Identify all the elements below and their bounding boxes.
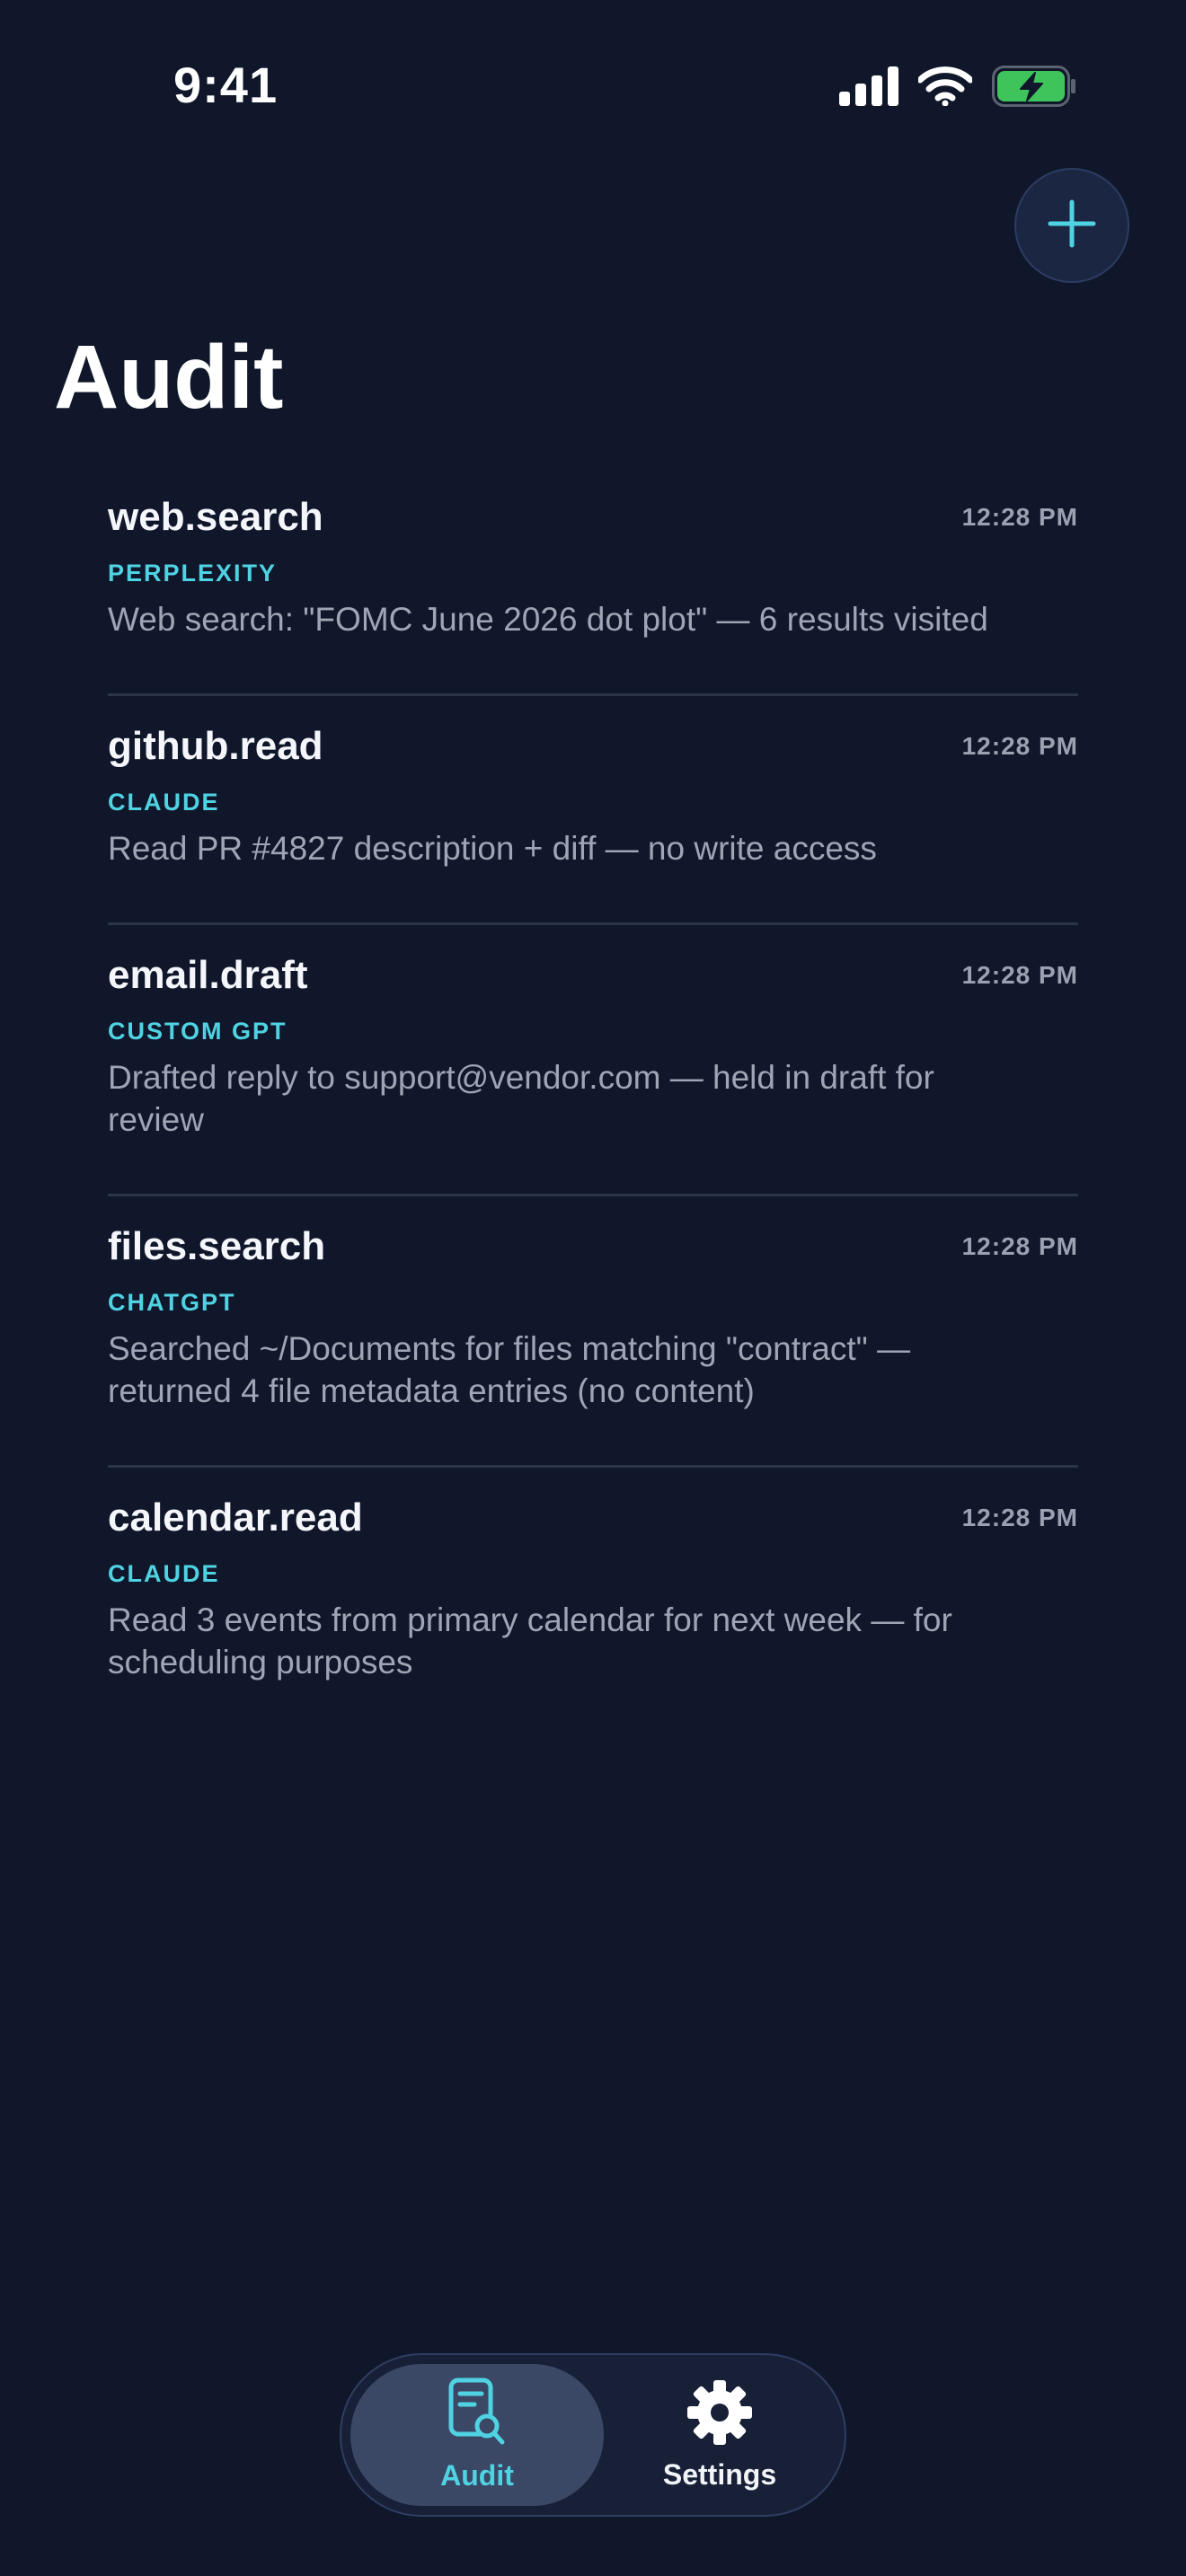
audit-entry-source: CHATGPT	[108, 1289, 236, 1316]
audit-entry-description: Read PR #4827 description + diff — no wr…	[108, 830, 877, 867]
audit-entry-tool: github.read	[108, 724, 323, 768]
audit-entry-tool: calendar.read	[108, 1495, 363, 1539]
add-button[interactable]	[1014, 168, 1129, 283]
audit-entry[interactable]: web.search 12:28 PM PERPLEXITY Web searc…	[108, 467, 1078, 696]
page-title: Audit	[54, 327, 284, 428]
audit-entry-description: Drafted reply to support@vendor.com — he…	[108, 1059, 934, 1138]
audit-entry-time: 12:28 PM	[961, 1232, 1078, 1260]
audit-entry-tool: email.draft	[108, 953, 308, 997]
tab-settings[interactable]: Settings	[602, 2364, 837, 2506]
audit-entry-description: Web search: "FOMC June 2026 dot plot" — …	[108, 601, 988, 638]
audit-entry-source: CUSTOM GPT	[108, 1018, 288, 1045]
audit-entry-tool: files.search	[108, 1224, 326, 1268]
audit-entry[interactable]: github.read 12:28 PM CLAUDE Read PR #482…	[108, 696, 1078, 925]
audit-entry-time: 12:28 PM	[961, 961, 1078, 989]
audit-entry-header: github.read 12:28 PM	[108, 719, 1078, 773]
audit-entry-tool: web.search	[108, 495, 323, 539]
audit-entry-time: 12:28 PM	[961, 503, 1078, 531]
audit-entry-header: calendar.read 12:28 PM	[108, 1491, 1078, 1545]
status-icons	[839, 63, 1076, 110]
gear-icon	[686, 2378, 754, 2451]
audit-entry-description: Read 3 events from primary calendar for …	[108, 1601, 952, 1681]
status-time: 9:41	[173, 57, 279, 113]
wifi-icon	[918, 66, 972, 106]
audit-entry-source: CLAUDE	[108, 789, 220, 816]
audit-entry-description: Searched ~/Documents for files matching …	[108, 1330, 911, 1409]
audit-entry-source: PERPLEXITY	[108, 560, 278, 587]
audit-entry-header: files.search 12:28 PM	[108, 1220, 1078, 1274]
audit-entry-header: web.search 12:28 PM	[108, 490, 1078, 544]
cellular-signal-icon	[839, 66, 898, 106]
audit-entry-source: CLAUDE	[108, 1560, 220, 1587]
tab-bar: Audit Settings	[340, 2353, 846, 2517]
battery-charging-icon	[992, 66, 1076, 107]
status-bar: 9:41	[0, 0, 1186, 171]
audit-entry-header: email.draft 12:28 PM	[108, 948, 1078, 1002]
tab-settings-label: Settings	[662, 2457, 777, 2491]
plus-icon	[1047, 198, 1097, 253]
tab-audit[interactable]: Audit	[350, 2364, 604, 2506]
tab-audit-label: Audit	[440, 2458, 514, 2492]
audit-entry[interactable]: email.draft 12:28 PM CUSTOM GPT Drafted …	[108, 925, 1078, 1196]
audit-list: web.search 12:28 PM PERPLEXITY Web searc…	[108, 467, 1078, 1739]
document-search-icon	[447, 2378, 507, 2452]
audit-entry-time: 12:28 PM	[961, 1504, 1078, 1531]
audit-entry[interactable]: files.search 12:28 PM CHATGPT Searched ~…	[108, 1196, 1078, 1468]
audit-entry[interactable]: calendar.read 12:28 PM CLAUDE Read 3 eve…	[108, 1468, 1078, 1739]
audit-entry-time: 12:28 PM	[961, 732, 1078, 760]
